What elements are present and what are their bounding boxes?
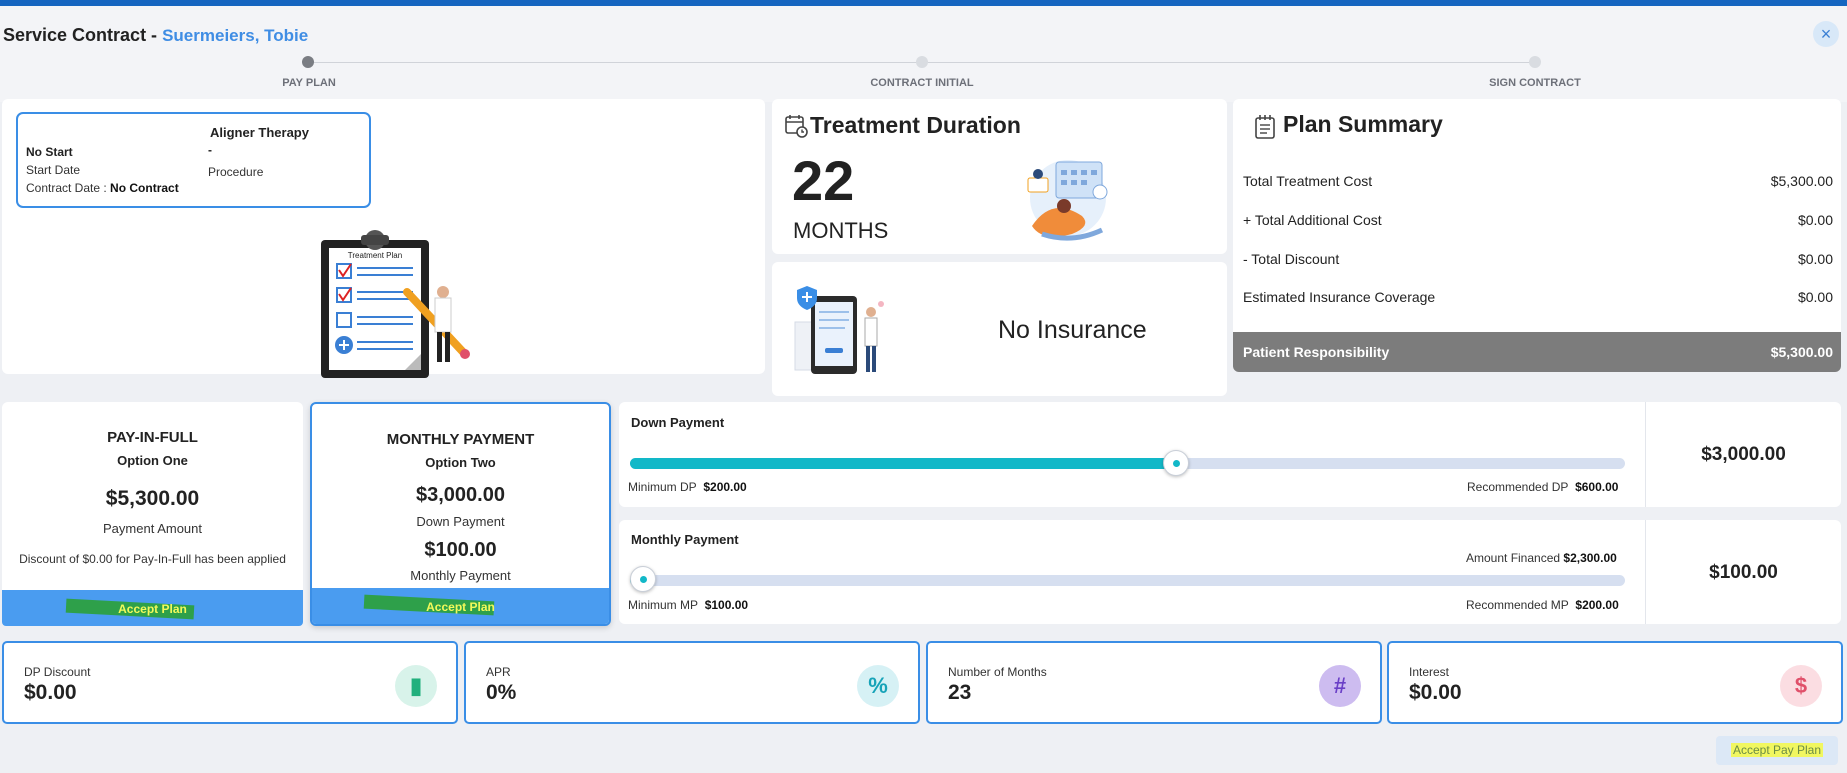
treatment-plan-illustration: Treatment Plan	[321, 230, 470, 378]
monthly-payment-slider-title: Monthly Payment	[631, 532, 739, 547]
treatment-duration-unit: MONTHS	[793, 218, 889, 243]
dollar-icon: $	[1780, 665, 1822, 707]
monthly-amount: $100.00	[424, 539, 497, 561]
summary-row-discount: - Total Discount $0.00	[1243, 251, 1833, 267]
calendar-clock-icon	[785, 115, 808, 138]
down-payment-slider-handle[interactable]	[1162, 450, 1189, 476]
page-title: Service Contract - Suermeiers, Tobie	[3, 25, 309, 45]
close-icon[interactable]: ×	[1813, 21, 1839, 47]
monthly-payment-recommended: Recommended MP $200.00	[1466, 598, 1619, 612]
monthly-payment-track[interactable]	[630, 575, 1625, 586]
accept-pay-in-full-button[interactable]: Accept Plan	[2, 590, 303, 626]
stat-interest: Interest $0.00 $	[1387, 641, 1843, 724]
monthly-down-label: Down Payment	[416, 514, 505, 529]
insurance-illustration	[794, 286, 884, 374]
patient-responsibility-row: Patient Responsibility $5,300.00	[1233, 332, 1841, 372]
monthly-payment-value: $100.00	[1709, 562, 1778, 583]
step-dot-contract-initial[interactable]	[916, 56, 928, 68]
insurance-status: No Insurance	[998, 316, 1147, 344]
down-payment-min: Minimum DP $200.00	[628, 480, 747, 494]
down-payment-recommended: Recommended DP $600.00	[1467, 480, 1619, 494]
start-status: No Start	[26, 145, 73, 159]
illustration-caption: Treatment Plan	[348, 251, 402, 260]
procedure-card[interactable]: Aligner Therapy No Start - Start Date Pr…	[16, 112, 371, 208]
battery-icon: ▮	[395, 665, 437, 707]
step-dot-sign-contract[interactable]	[1529, 56, 1541, 68]
pay-in-full-note: Discount of $0.00 for Pay-In-Full has be…	[19, 552, 286, 566]
stat-dp-discount: DP Discount $0.00 ▮	[2, 641, 458, 724]
step-dot-pay-plan[interactable]	[302, 56, 314, 68]
procedure-title: Aligner Therapy	[210, 125, 309, 140]
monthly-amount-label: Monthly Payment	[410, 568, 511, 583]
summary-row-additional-cost: + Total Additional Cost $0.00	[1243, 212, 1833, 228]
start-value: -	[208, 143, 212, 157]
summary-row-total-cost: Total Treatment Cost $5,300.00	[1243, 173, 1833, 189]
down-payment-title: Down Payment	[631, 415, 725, 430]
accept-pay-plan-button[interactable]: Accept Pay Plan	[1716, 736, 1838, 765]
stat-apr: APR 0% %	[464, 641, 920, 724]
step-label-contract-initial[interactable]: CONTRACT INITIAL	[822, 77, 1022, 89]
monthly-payment-min: Minimum MP $100.00	[628, 598, 749, 612]
percent-icon: %	[857, 665, 899, 707]
monthly-down-amount: $3,000.00	[416, 484, 505, 506]
patient-name[interactable]: Suermeiers, Tobie	[162, 26, 308, 45]
notepad-icon	[1255, 115, 1275, 139]
monthly-payment-subtitle: Option Two	[425, 455, 496, 470]
down-payment-value: $3,000.00	[1701, 444, 1786, 465]
treatment-duration-value: 22	[792, 149, 855, 212]
step-label-pay-plan[interactable]: PAY PLAN	[209, 77, 409, 89]
step-label-sign-contract[interactable]: SIGN CONTRACT	[1435, 77, 1635, 89]
pay-in-full-title: PAY-IN-FULL	[107, 429, 198, 446]
start-date-label: Start Date	[26, 163, 81, 177]
summary-row-insurance: Estimated Insurance Coverage $0.00	[1243, 289, 1833, 305]
hash-icon: #	[1319, 665, 1361, 707]
procedure-label: Procedure	[208, 165, 264, 179]
treatment-duration-title: Treatment Duration	[810, 112, 1021, 138]
contract-date: Contract Date : No Contract	[26, 181, 179, 195]
pay-in-full-amount: $5,300.00	[105, 487, 200, 510]
accept-monthly-button[interactable]: Accept Plan	[312, 588, 609, 624]
amount-financed: Amount Financed $2,300.00	[1466, 551, 1617, 565]
pay-in-full-subtitle: Option One	[117, 453, 188, 468]
stat-number-of-months: Number of Months 23 #	[926, 641, 1382, 724]
plan-summary-title: Plan Summary	[1283, 111, 1443, 137]
down-payment-fill	[630, 458, 1176, 469]
pay-in-full-amount-label: Payment Amount	[103, 521, 202, 536]
monthly-payment-title: MONTHLY PAYMENT	[386, 431, 535, 448]
calendar-person-illustration	[1027, 160, 1108, 241]
monthly-payment-slider-handle[interactable]	[630, 566, 656, 592]
